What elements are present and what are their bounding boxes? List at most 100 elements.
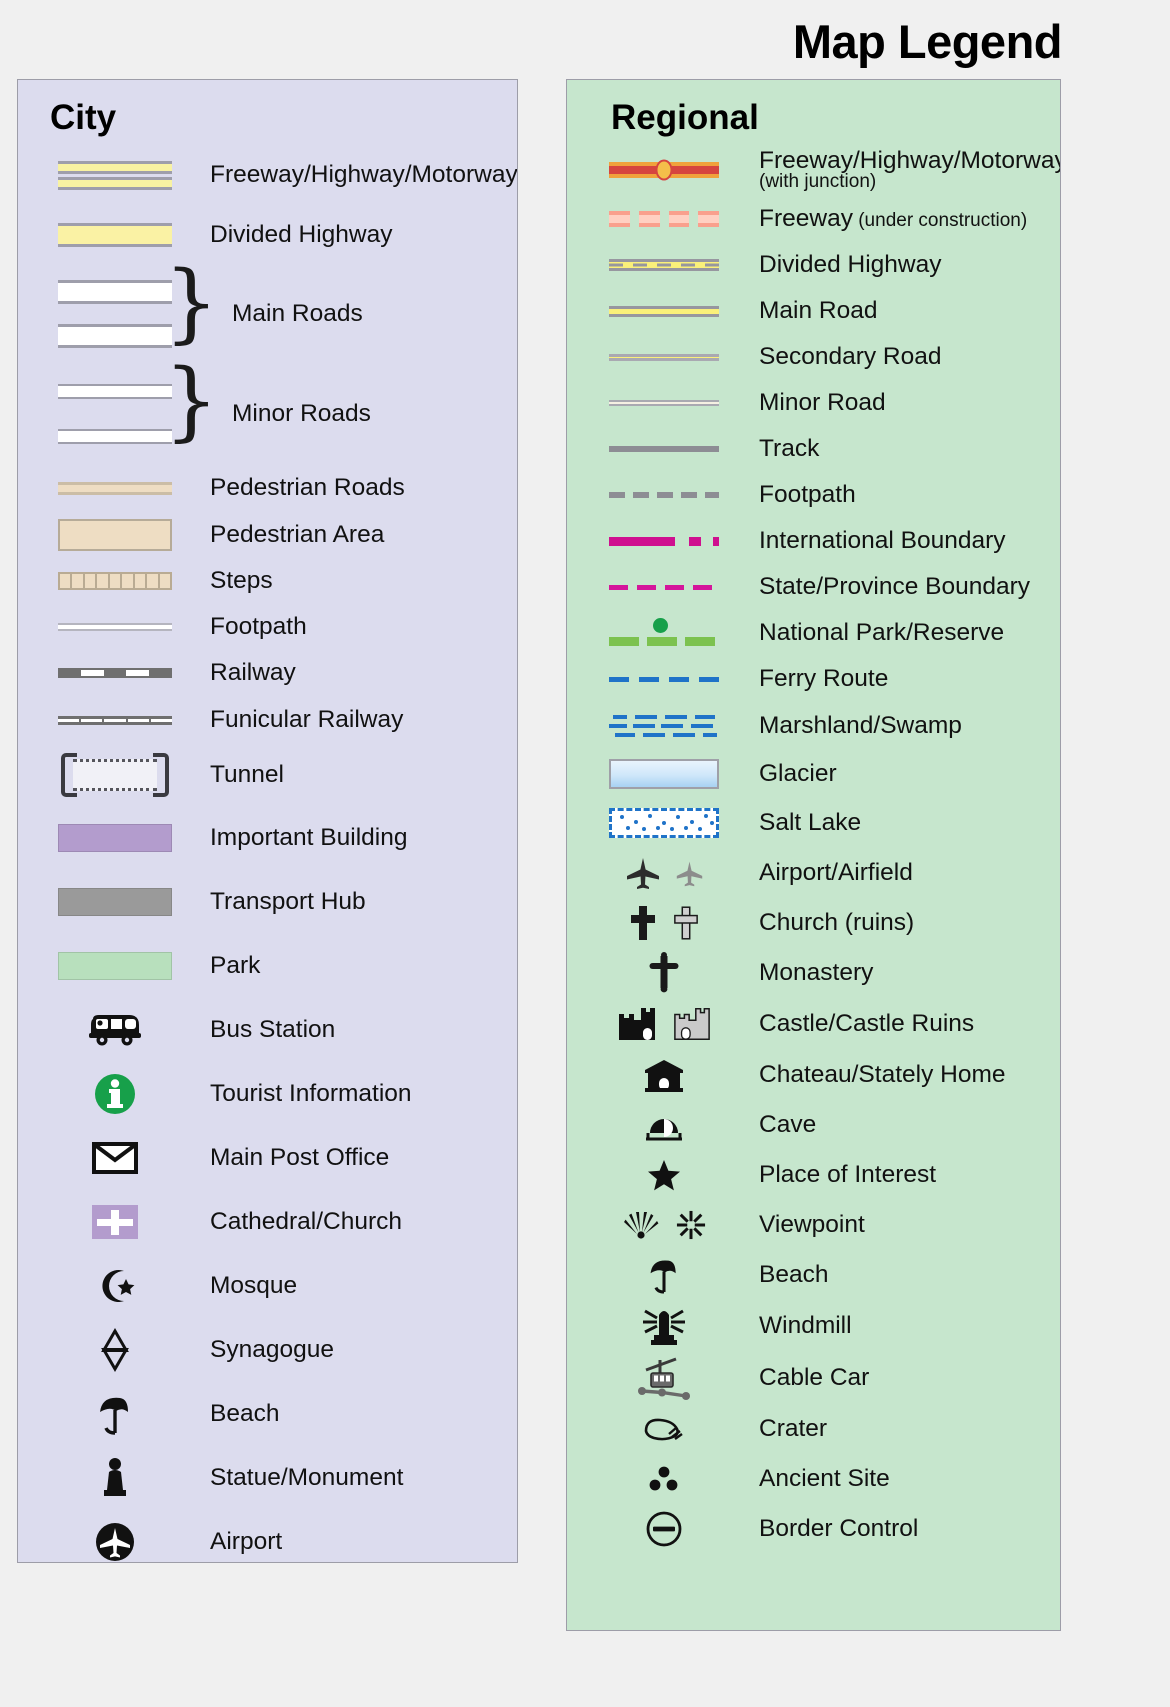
- tunnel-swatch: [30, 751, 200, 799]
- legend-label: Funicular Railway: [210, 706, 404, 734]
- legend-row-glacier[interactable]: Glacier: [567, 750, 1060, 798]
- legend-row-mosque[interactable]: Mosque: [18, 1254, 517, 1318]
- legend-row-footpath[interactable]: Footpath: [18, 604, 517, 650]
- legend-row-chateau-stately-home[interactable]: Chateau/Stately Home: [567, 1050, 1060, 1100]
- legend-row-freeway-under-construction[interactable]: Freeway (under construction): [567, 196, 1060, 242]
- legend-row-place-of-interest[interactable]: Place of Interest: [567, 1150, 1060, 1200]
- legend-row-castle-ruins[interactable]: Castle/Castle Ruins: [567, 998, 1060, 1050]
- legend-row-regional-divided-highway[interactable]: Divided Highway: [567, 242, 1060, 288]
- railway-swatch: [30, 668, 200, 678]
- legend-label: Freeway (under construction): [759, 206, 1027, 232]
- legend-row-regional-footpath[interactable]: Footpath: [567, 472, 1060, 518]
- airport-icon: [30, 1520, 200, 1562]
- legend-row-minor-road[interactable]: Minor Road: [567, 380, 1060, 426]
- divided-highway-swatch: [30, 223, 200, 247]
- legend-row-important-building[interactable]: Important Building: [18, 806, 517, 870]
- legend-row-tourist-information[interactable]: Tourist Information: [18, 1062, 517, 1126]
- legend-row-synagogue[interactable]: Synagogue: [18, 1318, 517, 1382]
- ferry-route-swatch: [579, 676, 749, 682]
- legend-label: Freeway/Highway/Motorway (with junction): [759, 148, 1060, 192]
- legend-row-pedestrian-roads[interactable]: Pedestrian Roads: [18, 464, 517, 512]
- legend-row-cable-car[interactable]: Cable Car: [567, 1352, 1060, 1404]
- legend-label: Railway: [210, 659, 296, 687]
- legend-row-international-boundary[interactable]: International Boundary: [567, 518, 1060, 564]
- legend-row-funicular-railway[interactable]: Funicular Railway: [18, 696, 517, 744]
- minor-road-swatch: [579, 400, 749, 406]
- legend-label: Freeway/Highway/Motorway: [210, 161, 518, 189]
- legend-label: Tourist Information: [210, 1080, 412, 1108]
- legend-label: Windmill: [759, 1312, 852, 1340]
- map-legend-page: Map Legend City Freeway/Highway/Motorway: [0, 0, 1170, 1707]
- legend-row-church-ruins[interactable]: Church (ruins): [567, 898, 1060, 948]
- main-roads-brace-icon: }: [164, 253, 219, 353]
- legend-row-cathedral-church[interactable]: Cathedral/Church: [18, 1190, 517, 1254]
- tourist-information-icon: [30, 1072, 200, 1116]
- legend-row-marshland-swamp[interactable]: Marshland/Swamp: [567, 702, 1060, 750]
- legend-row-crater[interactable]: Crater: [567, 1404, 1060, 1454]
- legend-label: Pedestrian Area: [210, 521, 385, 549]
- legend-label: Synagogue: [210, 1336, 334, 1364]
- crater-icon: [579, 1415, 749, 1443]
- legend-row-border-control[interactable]: Border Control: [567, 1504, 1060, 1554]
- legend-row-tunnel[interactable]: Tunnel: [18, 744, 517, 806]
- legend-row-regional-beach[interactable]: Beach: [567, 1250, 1060, 1300]
- legend-label: Secondary Road: [759, 343, 942, 371]
- legend-row-main-post-office[interactable]: Main Post Office: [18, 1126, 517, 1190]
- legend-row-park[interactable]: Park: [18, 934, 517, 998]
- legend-row-main-road[interactable]: Main Road: [567, 288, 1060, 334]
- legend-label: Main Post Office: [210, 1144, 390, 1172]
- legend-row-bus-station[interactable]: Bus Station: [18, 998, 517, 1062]
- main-post-office-icon: [30, 1142, 200, 1174]
- legend-row-state-province-boundary[interactable]: State/Province Boundary: [567, 564, 1060, 610]
- salt-lake-swatch: [579, 808, 749, 838]
- legend-row-railway[interactable]: Railway: [18, 650, 517, 696]
- legend-row-airport-airfield[interactable]: Airport/Airfield: [567, 848, 1060, 898]
- legend-row-minor-roads[interactable]: } Minor Roads: [18, 358, 517, 464]
- legend-row-national-park-reserve[interactable]: National Park/Reserve: [567, 610, 1060, 656]
- legend-label: Monastery: [759, 959, 874, 987]
- legend-row-freeway[interactable]: Freeway/Highway/Motorway: [18, 144, 517, 206]
- legend-row-pedestrian-area[interactable]: Pedestrian Area: [18, 512, 517, 558]
- legend-label: Statue/Monument: [210, 1464, 404, 1492]
- park-swatch: [30, 952, 200, 980]
- glacier-swatch: [579, 759, 749, 789]
- national-park-reserve-swatch: [579, 616, 749, 650]
- legend-row-divided-highway[interactable]: Divided Highway: [18, 206, 517, 264]
- legend-row-steps[interactable]: Steps: [18, 558, 517, 604]
- legend-row-viewpoint[interactable]: Viewpoint: [567, 1200, 1060, 1250]
- footpath-swatch: [30, 623, 200, 631]
- transport-hub-swatch: [30, 888, 200, 916]
- city-legend-rows: Freeway/Highway/Motorway Divided Highway…: [18, 144, 517, 1562]
- legend-row-statue-monument[interactable]: Statue/Monument: [18, 1446, 517, 1510]
- legend-label: Church (ruins): [759, 909, 915, 937]
- legend-label: Footpath: [759, 481, 856, 509]
- legend-label: Minor Road: [759, 389, 886, 417]
- legend-label: Glacier: [759, 760, 837, 788]
- legend-label: Divided Highway: [210, 221, 393, 249]
- legend-row-secondary-road[interactable]: Secondary Road: [567, 334, 1060, 380]
- freeway-under-construction-swatch: [579, 211, 749, 227]
- legend-row-track[interactable]: Track: [567, 426, 1060, 472]
- legend-row-freeway-junction[interactable]: Freeway/Highway/Motorway (with junction): [567, 144, 1060, 196]
- legend-row-ferry-route[interactable]: Ferry Route: [567, 656, 1060, 702]
- legend-label: Ferry Route: [759, 665, 889, 693]
- legend-row-ancient-site[interactable]: Ancient Site: [567, 1454, 1060, 1504]
- legend-row-beach[interactable]: Beach: [18, 1382, 517, 1446]
- legend-row-monastery[interactable]: Monastery: [567, 948, 1060, 998]
- legend-row-salt-lake[interactable]: Salt Lake: [567, 798, 1060, 848]
- secondary-road-swatch: [579, 353, 749, 361]
- minor-roads-brace-icon: }: [164, 351, 219, 451]
- legend-row-transport-hub[interactable]: Transport Hub: [18, 870, 517, 934]
- chateau-stately-home-icon: [579, 1058, 749, 1092]
- statue-monument-icon: [30, 1456, 200, 1500]
- synagogue-icon: [30, 1328, 200, 1372]
- legend-row-airport[interactable]: Airport: [18, 1510, 517, 1562]
- freeway-with-junction-swatch: [579, 159, 749, 181]
- divided-highway-swatch: [579, 259, 749, 271]
- regional-legend-panel: Regional Freeway/Highway/Motorway (with …: [566, 79, 1061, 1631]
- legend-row-main-roads[interactable]: } Main Roads: [18, 260, 517, 364]
- castle-castle-ruins-icon: [579, 1004, 749, 1044]
- legend-label: Main Road: [759, 297, 878, 325]
- legend-row-windmill[interactable]: Windmill: [567, 1300, 1060, 1352]
- legend-row-cave[interactable]: Cave: [567, 1100, 1060, 1150]
